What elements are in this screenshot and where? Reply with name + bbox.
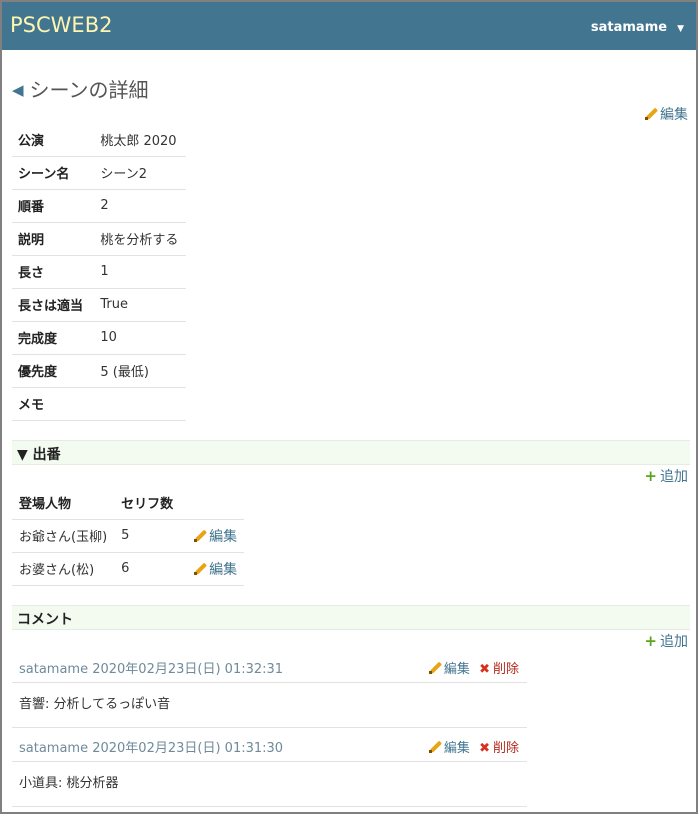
detail-row: 優先度 5 (最低) xyxy=(12,354,186,388)
detail-row: シーン名 シーン2 xyxy=(12,156,186,190)
detail-value: 桃太郎 2020 xyxy=(90,123,186,157)
detail-key: 優先度 xyxy=(12,354,91,388)
edit-comment-label: 編集 xyxy=(443,741,470,756)
comment-item: satamame 2020年02月23日(日) 01:31:30 編集 ✖ 削除 … xyxy=(12,729,527,807)
comment-text: 音響: 分析してるっぽい音 xyxy=(12,683,527,728)
comment-item: satamame 2020年02月23日(日) 01:32:31 編集 ✖ 削除 … xyxy=(12,650,527,728)
detail-row: 長さ 1 xyxy=(12,255,186,289)
column-header-lines: セリフ数 xyxy=(114,486,181,520)
lines-cell: 5 xyxy=(114,519,181,553)
edit-scene-button[interactable]: 編集 xyxy=(645,104,688,124)
comment-header: satamame 2020年02月23日(日) 01:32:31 編集 ✖ 削除 xyxy=(12,650,527,683)
top-navbar: PSCWEB2 satamame ▼ xyxy=(2,2,696,50)
delete-comment-button[interactable]: ✖ 削除 xyxy=(479,741,519,756)
comments-heading: コメント xyxy=(17,612,73,628)
comment-header: satamame 2020年02月23日(日) 01:31:30 編集 ✖ 削除 xyxy=(12,729,527,762)
caret-down-icon: ▼ xyxy=(677,24,684,34)
table-row: お婆さん(松) 6 編集 xyxy=(12,552,245,586)
detail-key: 順番 xyxy=(12,189,91,223)
detail-value: シーン2 xyxy=(90,156,186,190)
detail-value: 1 xyxy=(90,255,186,289)
username: satamame xyxy=(590,20,668,35)
column-header-character: 登場人物 xyxy=(12,486,115,520)
detail-row: メモ xyxy=(12,387,186,421)
page-title-text: シーンの詳細 xyxy=(29,78,149,102)
appearances-heading: ▼ 出番 xyxy=(17,447,61,463)
pencil-icon xyxy=(428,741,441,753)
comments-section-header: コメント xyxy=(12,605,690,630)
scene-detail-table: 公演 桃太郎 2020 シーン名 シーン2 順番 2 説明 桃を分析する 長さ 1 長さは適当 Tru… xyxy=(12,123,186,421)
cross-icon: ✖ xyxy=(479,741,490,756)
detail-value: 桃を分析する xyxy=(90,222,186,256)
edit-appearance-button[interactable]: 編集 xyxy=(194,562,237,578)
add-comment-button[interactable]: + 追加 xyxy=(644,631,688,651)
detail-key: 公演 xyxy=(12,123,91,157)
edit-appearance-label: 編集 xyxy=(209,528,238,545)
table-row: お爺さん(玉柳) 5 編集 xyxy=(12,519,245,553)
detail-key: 長さは適当 xyxy=(12,288,91,322)
column-header-actions xyxy=(180,486,245,520)
delete-comment-label: 削除 xyxy=(492,662,519,677)
comment-meta: satamame 2020年02月23日(日) 01:32:31 xyxy=(19,662,284,677)
detail-key: 長さ xyxy=(12,255,91,289)
pencil-icon xyxy=(645,108,657,120)
comment-text: 小道具: 桃分析器 xyxy=(12,762,527,807)
detail-key: メモ xyxy=(12,387,91,421)
edit-scene-label: 編集 xyxy=(660,107,688,123)
appearances-header-row: 登場人物 セリフ数 xyxy=(12,486,245,520)
page-title: ◀ シーンの詳細 xyxy=(12,74,149,103)
detail-value: 2 xyxy=(90,189,186,223)
detail-row: 公演 桃太郎 2020 xyxy=(12,123,186,157)
comment-actions: 編集 ✖ 削除 xyxy=(428,737,519,756)
detail-key: シーン名 xyxy=(12,156,91,190)
delete-comment-label: 削除 xyxy=(492,741,519,756)
add-appearance-label: 追加 xyxy=(660,469,688,485)
brand-link[interactable]: PSCWEB2 xyxy=(10,13,112,37)
detail-key: 説明 xyxy=(12,222,91,256)
appearances-table: 登場人物 セリフ数 お爺さん(玉柳) 5 編集 お婆さん(松) 6 編集 xyxy=(12,486,245,586)
plus-icon: + xyxy=(644,467,657,485)
edit-appearance-label: 編集 xyxy=(209,561,238,578)
plus-icon: + xyxy=(644,632,657,650)
edit-cell: 編集 xyxy=(180,519,245,553)
edit-comment-label: 編集 xyxy=(443,662,470,677)
detail-value xyxy=(90,387,186,421)
user-menu[interactable]: satamame ▼ xyxy=(591,20,684,35)
edit-appearance-button[interactable]: 編集 xyxy=(194,529,237,545)
detail-value: 10 xyxy=(90,321,186,355)
detail-row: 順番 2 xyxy=(12,189,186,223)
detail-key: 完成度 xyxy=(12,321,91,355)
detail-row: 説明 桃を分析する xyxy=(12,222,186,256)
pencil-icon xyxy=(194,530,206,542)
detail-row: 長さは適当 True xyxy=(12,288,186,322)
appearances-section-header[interactable]: ▼ 出番 xyxy=(12,440,690,465)
edit-comment-button[interactable]: 編集 xyxy=(428,662,470,677)
back-arrow-icon[interactable]: ◀ xyxy=(12,81,24,99)
edit-cell: 編集 xyxy=(180,552,245,586)
pencil-icon xyxy=(428,662,441,674)
comment-meta: satamame 2020年02月23日(日) 01:31:30 xyxy=(19,741,284,756)
character-cell: お爺さん(玉柳) xyxy=(12,519,115,553)
app-frame: PSCWEB2 satamame ▼ ◀ シーンの詳細 編集 公演 桃太郎 2020 シ… xyxy=(0,0,698,814)
comment-actions: 編集 ✖ 削除 xyxy=(428,658,519,677)
edit-comment-button[interactable]: 編集 xyxy=(428,741,470,756)
character-cell: お婆さん(松) xyxy=(12,552,115,586)
pencil-icon xyxy=(194,563,206,575)
detail-value: True xyxy=(90,288,186,322)
delete-comment-button[interactable]: ✖ 削除 xyxy=(479,662,519,677)
cross-icon: ✖ xyxy=(479,662,490,677)
lines-cell: 6 xyxy=(114,552,181,586)
detail-row: 完成度 10 xyxy=(12,321,186,355)
detail-value: 5 (最低) xyxy=(90,354,186,388)
add-comment-label: 追加 xyxy=(660,634,688,650)
add-appearance-button[interactable]: + 追加 xyxy=(644,466,688,486)
